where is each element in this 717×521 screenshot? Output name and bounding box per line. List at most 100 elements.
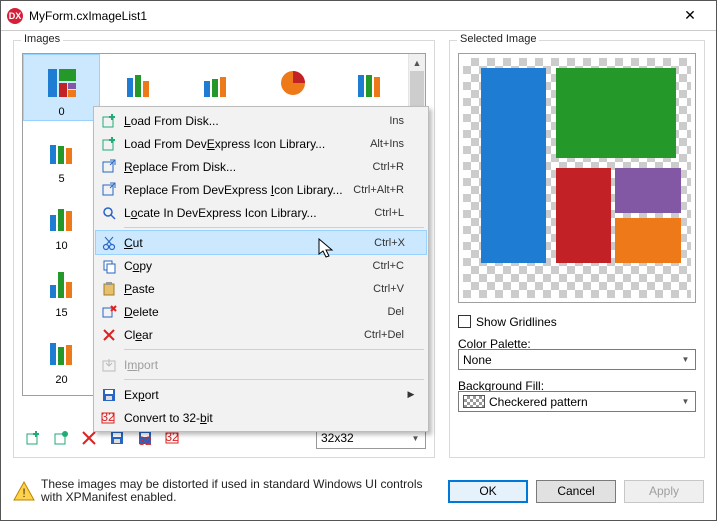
app-icon: DX [7, 8, 23, 24]
titlebar: DX MyForm.cxImageList1 ✕ [1, 1, 716, 31]
menu-label: Replace From Disk... [122, 160, 373, 174]
menu-shortcut: Ctrl+X [374, 237, 405, 249]
menu-shortcut: Ctrl+L [374, 207, 404, 219]
menu-item-9[interactable]: ClearCtrl+Del [96, 323, 426, 346]
thumbnail-icon [200, 67, 232, 99]
palette-value: None [463, 353, 492, 367]
save-icon [96, 387, 122, 403]
menu-item-3[interactable]: Replace From DevExpress Icon Library...C… [96, 178, 426, 201]
menu-shortcut: Ctrl+R [373, 161, 404, 173]
menu-item-7[interactable]: PasteCtrl+V [96, 277, 426, 300]
svg-text:32: 32 [138, 434, 152, 446]
thumbnail-index: 10 [55, 240, 67, 252]
to32-icon: 32 [96, 410, 122, 426]
thumbnail-0[interactable]: 0 [23, 54, 100, 121]
replace-icon [96, 182, 122, 198]
menu-item-5[interactable]: CutCtrl+X [95, 230, 427, 255]
svg-text:32: 32 [165, 430, 179, 444]
ok-button[interactable]: OK [448, 480, 528, 503]
selected-group-label: Selected Image [457, 33, 539, 45]
dialog-body: Images 012345678910111213141516171819202… [1, 31, 716, 520]
add-icon [96, 113, 122, 129]
menu-label: Paste [122, 282, 373, 296]
menu-item-10: Import [96, 353, 426, 376]
checker-background [463, 58, 691, 298]
bgfill-value: Checkered pattern [489, 395, 588, 409]
preview-block-green [556, 68, 676, 158]
cut-icon [96, 235, 122, 251]
menu-shortcut: Del [387, 306, 404, 318]
menu-item-0[interactable]: Load From Disk...Ins [96, 109, 426, 132]
thumbnail-15[interactable]: 15 [23, 255, 100, 322]
chevron-down-icon: ▼ [678, 355, 693, 364]
menu-item-12[interactable]: 32 Convert to 32-bit [96, 406, 426, 429]
chevron-down-icon: ▼ [678, 397, 693, 406]
menu-label: Replace From DevExpress Icon Library... [122, 183, 353, 197]
show-gridlines-row[interactable]: Show Gridlines [458, 311, 696, 332]
svg-text:32: 32 [101, 410, 115, 424]
show-gridlines-checkbox[interactable] [458, 315, 471, 328]
context-menu: Load From Disk...InsLoad From DevExpress… [93, 106, 429, 432]
thumbnail-5[interactable]: 5 [23, 121, 100, 188]
apply-button[interactable]: Apply [624, 480, 704, 503]
thumbnail-icon [46, 134, 78, 166]
toolbar-addlib-button[interactable] [50, 427, 72, 449]
preview-frame [458, 53, 696, 303]
menu-label: Delete [122, 305, 387, 319]
preview-block-purple [615, 168, 681, 213]
chevron-down-icon: ▼ [408, 434, 423, 443]
thumbnail-20[interactable]: 20 [23, 322, 100, 389]
bgfill-swatch [463, 395, 485, 408]
images-group-label: Images [21, 33, 63, 45]
thumbnail-index: 5 [58, 173, 64, 185]
dialog-window: DX MyForm.cxImageList1 ✕ Images 01234567… [0, 0, 717, 521]
menu-item-6[interactable]: CopyCtrl+C [96, 254, 426, 277]
menu-label: Copy [122, 259, 373, 273]
menu-label: Convert to 32-bit [122, 411, 404, 425]
bgfill-combobox[interactable]: Checkered pattern ▼ [458, 391, 696, 412]
menu-label: Clear [122, 328, 364, 342]
menu-shortcut: Ctrl+Del [364, 329, 404, 341]
thumbnail-icon [354, 67, 386, 99]
thumbnail-index: 0 [58, 106, 64, 118]
thumbnail-icon [46, 201, 78, 233]
menu-shortcut: Ctrl+V [373, 283, 404, 295]
menu-item-4[interactable]: Locate In DevExpress Icon Library...Ctrl… [96, 201, 426, 224]
menu-item-8[interactable]: DeleteDel [96, 300, 426, 323]
replace-icon [96, 159, 122, 175]
thumbnail-icon [277, 67, 309, 99]
paste-icon [96, 281, 122, 297]
menu-item-2[interactable]: Replace From Disk...Ctrl+R [96, 155, 426, 178]
menu-label: Locate In DevExpress Icon Library... [122, 206, 374, 220]
dialog-footer: ! These images may be distorted if used … [13, 470, 704, 512]
preview-block-red [556, 168, 611, 263]
thumbnail-index: 20 [55, 374, 67, 386]
menu-shortcut: Ins [389, 115, 404, 127]
thumbnail-10[interactable]: 10 [23, 188, 100, 255]
show-gridlines-label: Show Gridlines [476, 315, 557, 329]
preview-block-orange [615, 218, 681, 263]
menu-item-11[interactable]: Export▶ [96, 383, 426, 406]
menu-item-1[interactable]: Load From DevExpress Icon Library...Alt+… [96, 132, 426, 155]
import-icon [96, 357, 122, 373]
toolbar-add-button[interactable] [22, 427, 44, 449]
palette-combobox[interactable]: None ▼ [458, 349, 696, 370]
submenu-arrow-icon: ▶ [404, 389, 418, 400]
clear-icon [96, 327, 122, 343]
menu-label: Export [122, 388, 404, 402]
thumbnail-index: 15 [55, 307, 67, 319]
thumbnail-icon [123, 67, 155, 99]
scroll-up-icon[interactable]: ▲ [409, 54, 425, 71]
menu-shortcut: Ctrl+Alt+R [353, 184, 404, 196]
menu-shortcut: Ctrl+C [373, 260, 404, 272]
cancel-button[interactable]: Cancel [536, 480, 616, 503]
menu-label: Import [122, 358, 404, 372]
menu-label: Cut [122, 236, 374, 250]
menu-label: Load From Disk... [122, 114, 389, 128]
size-value: 32x32 [321, 431, 354, 445]
menu-label: Load From DevExpress Icon Library... [122, 137, 370, 151]
thumbnail-icon [46, 335, 78, 367]
selected-image-groupbox: Selected Image Show Gridlines Color Pale… [449, 40, 705, 458]
delete-icon [96, 304, 122, 320]
close-button[interactable]: ✕ [670, 2, 710, 30]
